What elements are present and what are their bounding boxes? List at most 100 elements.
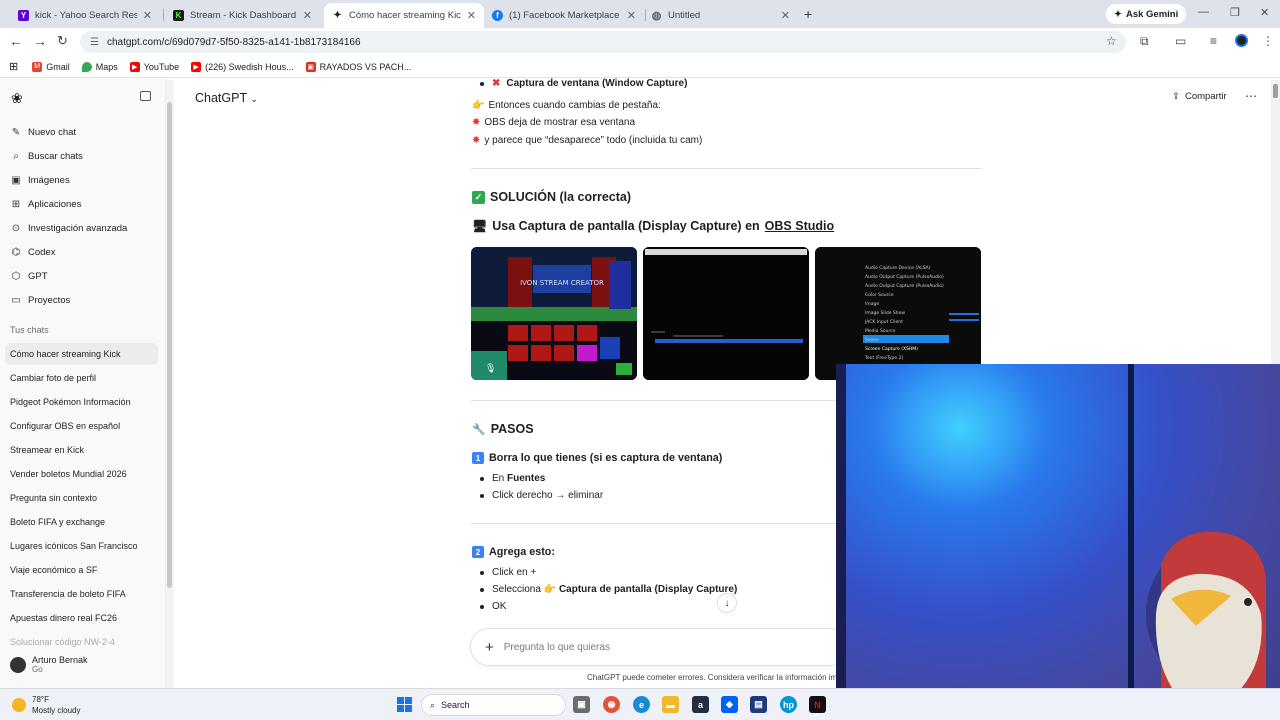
share-button[interactable]: ⇪ Compartir [1172, 91, 1227, 102]
chat-item-active[interactable]: Cómo hacer streaming Kick [5, 343, 158, 365]
close-tab-icon[interactable]: ✕ [781, 9, 790, 22]
forward-arrow-icon[interactable]: → [33, 33, 47, 49]
close-tab-icon[interactable]: ✕ [467, 9, 476, 22]
chrome-icon[interactable]: ◉ [603, 696, 620, 713]
chat-item[interactable]: Transferencia de boleto FIFA [5, 583, 158, 605]
gpt-icon: ⬡ [11, 270, 21, 282]
model-selector[interactable]: ChatGPT ⌄ [195, 91, 258, 105]
close-tab-icon[interactable]: ✕ [303, 9, 312, 22]
store-icon[interactable]: ▤ [750, 696, 767, 713]
chat-item[interactable]: Vender boletos Mundial 2026 [5, 463, 158, 485]
chat-item[interactable]: Cambiar foto de perfil [5, 367, 158, 389]
scroll-to-bottom-button[interactable]: ↓ [717, 593, 737, 613]
apps-grid-icon[interactable]: ⊞ [9, 60, 18, 73]
chat-item[interactable]: Apuestas dinero real FC26 [5, 607, 158, 629]
maps-pin-icon [81, 61, 92, 72]
close-tab-icon[interactable]: ✕ [627, 9, 636, 22]
address-bar[interactable]: ☰ chatgpt.com/c/69d079d7-5f50-8325-a141-… [80, 31, 1126, 53]
openai-logo-icon[interactable]: ❀ [11, 90, 23, 107]
kick-favicon-icon: K [173, 10, 184, 21]
text: Selecciona 👉 [492, 584, 557, 595]
bookmark-rayados[interactable]: ▣ RAYADOS VS PACH... [305, 61, 411, 72]
user-account-button[interactable]: Arturo Bernak Go [10, 655, 88, 674]
edge-icon[interactable]: e [633, 696, 650, 713]
maximize-window-icon[interactable]: ❐ [1230, 6, 1240, 19]
amazon-icon[interactable]: a [692, 696, 709, 713]
obs-sources-menu-image[interactable]: Audio Capture Device (ALSA) Audio Output … [815, 247, 981, 380]
tab-kick-dashboard[interactable]: K Stream - Kick Dashboard ✕ [165, 3, 320, 28]
menu-label: Buscar chats [28, 150, 83, 162]
obs-screen-image[interactable] [643, 247, 809, 380]
taskbar-search[interactable]: ⌕ Search [421, 694, 566, 716]
tab-search-icon[interactable]: ▭ [1175, 34, 1186, 48]
chat-item[interactable]: Solucionar código NW-2-4 [5, 631, 158, 653]
toggle-sidebar-icon[interactable] [140, 91, 151, 101]
browser-menu-icon[interactable]: ⋮ [1262, 34, 1274, 48]
chat-item[interactable]: Streamear en Kick [5, 439, 158, 461]
stream-deck-image[interactable]: IVON STREAM CREATOR 🎙 [471, 247, 637, 380]
divider [471, 400, 836, 401]
new-tab-button[interactable]: + [804, 6, 812, 22]
bookmark-gmail[interactable]: M Gmail [32, 61, 70, 72]
menu-new-chat[interactable]: ✎ Nuevo chat [10, 122, 76, 142]
weather-sun-icon [12, 698, 26, 712]
browser-profile-avatar[interactable] [1235, 34, 1248, 47]
plus-icon[interactable]: + [485, 639, 494, 656]
menu-label: Proyectos [28, 294, 71, 306]
file-explorer-icon[interactable]: ▬ [662, 696, 679, 713]
pointing-hand-icon: 👉 [472, 100, 485, 111]
weather-widget[interactable]: 78°F Mostly cloudy [12, 694, 80, 716]
tab-title: Stream - Kick Dashboard [190, 10, 297, 21]
reload-icon[interactable]: ↻ [57, 33, 68, 49]
chat-item[interactable]: Viaje económico a SF [5, 559, 158, 581]
site-info-icon[interactable]: ☰ [90, 37, 99, 48]
obs-studio-link[interactable]: OBS Studio [765, 219, 834, 233]
dropbox-icon[interactable]: ◆ [721, 696, 738, 713]
message-composer[interactable]: + Pregunta lo que quieras [470, 628, 850, 666]
windows-start-icon[interactable] [397, 697, 412, 712]
more-options-icon[interactable]: ⋯ [1245, 89, 1257, 103]
menu-deep-research[interactable]: ⊙ Investigación avanzada [10, 218, 128, 238]
menu-gpt[interactable]: ⬡ GPT [10, 266, 48, 286]
hp-icon[interactable]: hp [780, 696, 797, 713]
back-arrow-icon[interactable]: ← [9, 33, 23, 49]
obs-menu-item: Scene [865, 337, 879, 343]
solution-heading: ✓ SOLUCIÓN (la correcta) [472, 190, 631, 204]
obs-menu-item: Screen Capture (XSHM) [865, 346, 918, 352]
bookmark-swedish-house[interactable]: ▶ (226) Swedish Hous... [191, 61, 294, 72]
minimize-window-icon[interactable]: — [1198, 6, 1209, 18]
task-view-icon[interactable]: ▣ [573, 696, 590, 713]
menu-apps[interactable]: ⊞ Aplicaciones [10, 194, 82, 214]
text: Agrega esto: [489, 546, 555, 558]
chatgpt-sidebar: ❀ ✎ Nuevo chat ⌕ Buscar chats ▣ Imágenes ⊞ A… [0, 79, 166, 688]
menu-images[interactable]: ▣ Imágenes [10, 170, 69, 190]
sidebar-scrollbar[interactable] [166, 80, 174, 688]
cross-mark-icon: ✖ [492, 78, 501, 89]
menu-search-chats[interactable]: ⌕ Buscar chats [10, 146, 83, 166]
bookmark-star-icon[interactable]: ☆ [1106, 34, 1117, 48]
chat-item[interactable]: Pregunta sin contexto [5, 487, 158, 509]
tab-yahoo-search[interactable]: Y kick - Yahoo Search Results ✕ [10, 3, 160, 28]
tab-untitled[interactable]: ◍ Untitled ✕ [643, 3, 798, 28]
obs-menu-item: Color Source [865, 292, 894, 298]
tab-chatgpt-active[interactable]: ✦ Cómo hacer streaming Kick ✕ [324, 3, 484, 28]
chat-item[interactable]: Pidgeot Pokémon Información [5, 391, 158, 413]
close-tab-icon[interactable]: ✕ [143, 9, 152, 22]
netflix-icon[interactable]: N [809, 696, 826, 713]
close-window-icon[interactable]: ✕ [1260, 6, 1269, 19]
extensions-icon[interactable]: ⧉ [1140, 34, 1149, 49]
chat-item[interactable]: Configurar OBS en español [5, 415, 158, 437]
avatar [10, 656, 26, 673]
media-controls-icon[interactable]: ≡ [1210, 34, 1217, 48]
window-capture-item: ✖ Captura de ventana (Window Capture) [480, 78, 687, 89]
menu-projects[interactable]: ▭ Proyectos [10, 290, 70, 310]
bookmark-maps[interactable]: Maps [81, 61, 118, 72]
gmail-icon: M [32, 61, 43, 72]
menu-codex[interactable]: ⌬ Codex [10, 242, 56, 262]
chat-item[interactable]: Lugares icónicos San Francisco [5, 535, 158, 557]
divider [471, 523, 836, 524]
ask-gemini-button[interactable]: ✦ Ask Gemini [1106, 4, 1187, 24]
tab-facebook-marketplace[interactable]: f (1) Facebook Marketplace | Face ✕ [484, 3, 644, 28]
chat-item[interactable]: Boleto FIFA y exchange [5, 511, 158, 533]
bookmark-youtube[interactable]: ▶ YouTube [129, 61, 179, 72]
